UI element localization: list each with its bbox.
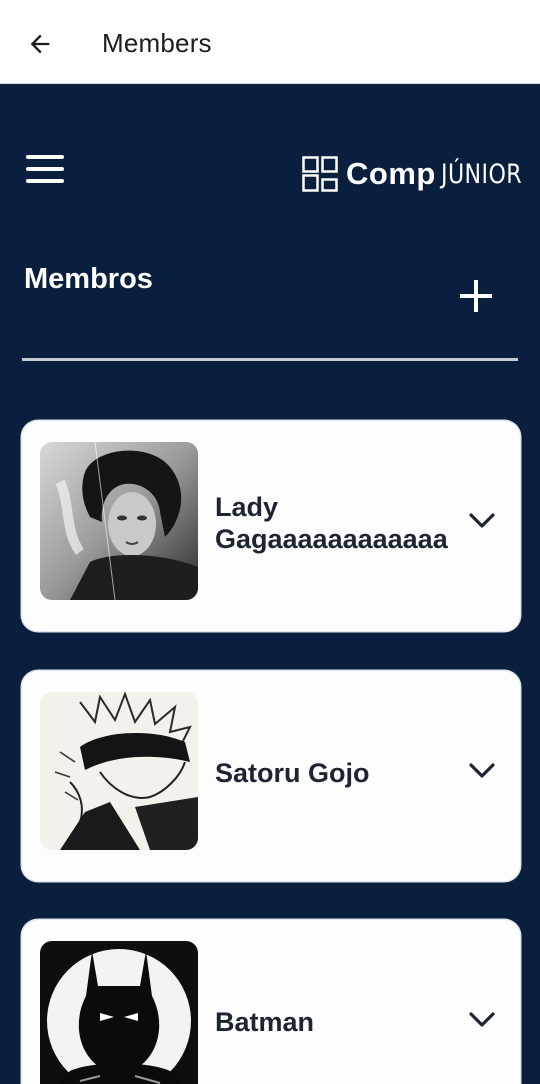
member-name: Lady Gagaaaaaaaaaaaa: [215, 492, 448, 554]
menu-button[interactable]: [24, 152, 68, 188]
expand-button[interactable]: [466, 755, 498, 787]
logo-mark-icon: [302, 156, 338, 192]
section-divider: [22, 358, 518, 361]
app-bar: Members: [0, 0, 540, 84]
menu-bar-line: [26, 167, 64, 171]
menu-bar-line: [26, 155, 64, 159]
logo-text-junior: JÚNIOR: [440, 158, 522, 190]
member-card[interactable]: Lady Gagaaaaaaaaaaaa: [22, 421, 520, 631]
plus-icon: [460, 280, 492, 312]
logo-text-comp: Comp: [346, 156, 436, 191]
member-name: Satoru Gojo: [215, 758, 370, 788]
member-photo: [40, 692, 198, 850]
arrow-left-icon: [30, 34, 50, 54]
comp-junior-logo: Comp JÚNIOR: [302, 154, 540, 194]
add-member-button[interactable]: [456, 276, 496, 316]
member-card[interactable]: Batman: [22, 920, 520, 1084]
expand-button[interactable]: [466, 1004, 498, 1036]
member-photo: [40, 442, 198, 600]
chevron-down-icon: [469, 1012, 495, 1027]
member-name: Batman: [215, 1007, 315, 1037]
chevron-down-icon: [469, 763, 495, 778]
section-title: Membros: [24, 263, 153, 295]
menu-bar-line: [26, 179, 64, 183]
member-photo: [40, 941, 198, 1084]
expand-button[interactable]: [466, 505, 498, 537]
member-card[interactable]: Satoru Gojo: [22, 671, 520, 881]
chevron-down-icon: [469, 513, 495, 528]
app-bar-title: Members: [102, 28, 212, 58]
back-button[interactable]: [22, 26, 58, 62]
